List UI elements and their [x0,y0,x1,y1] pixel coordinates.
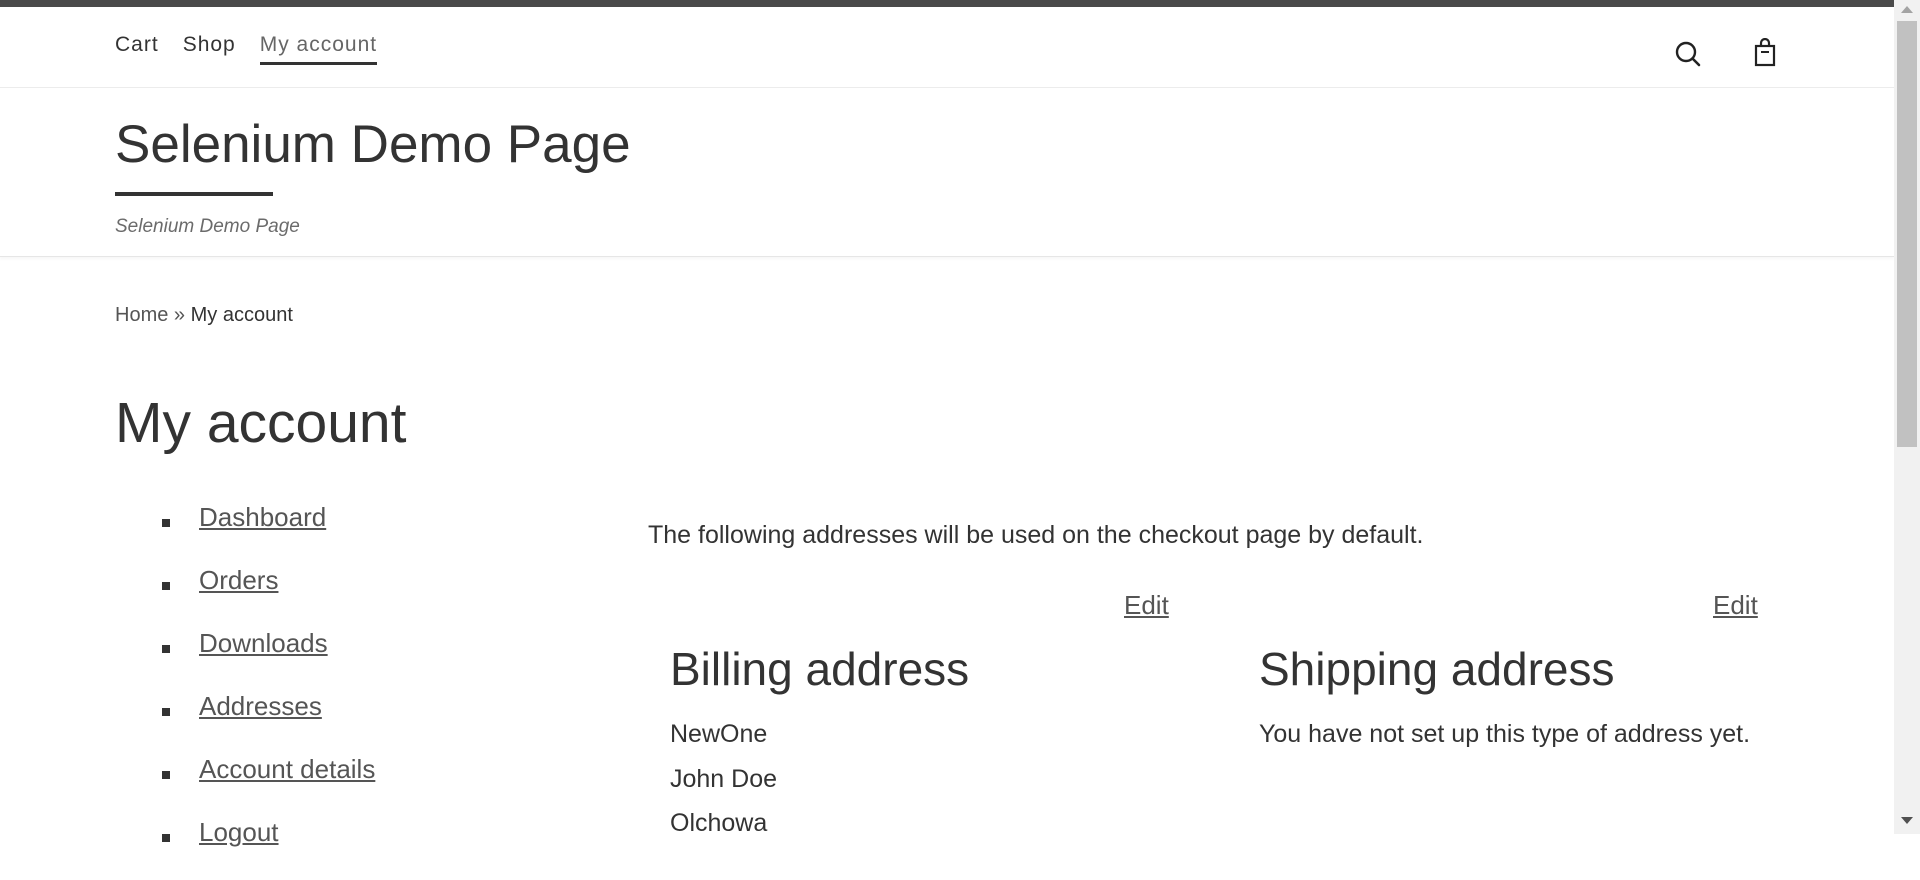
account-nav-item-downloads: Downloads [115,628,375,691]
breadcrumb-current: My account [190,304,293,326]
shipping-address-empty-message: You have not set up this type of address… [1259,720,1751,748]
breadcrumb: Home » My account [115,304,293,327]
account-nav-link-logout[interactable]: Logout [199,817,279,847]
site-title[interactable]: Selenium Demo Page [115,114,631,175]
edit-billing-address-link[interactable]: Edit [1124,590,1169,621]
scrollbar-thumb[interactable] [1897,21,1917,447]
account-nav-item-account-details: Account details [115,754,375,817]
account-nav-item-orders: Orders [115,565,375,628]
search-icon[interactable] [1674,40,1702,68]
scroll-up-arrow-icon[interactable] [1901,6,1913,13]
billing-address-line: NewOne [670,720,768,748]
addresses-intro: The following addresses will be used on … [648,521,1424,549]
title-underline [115,192,273,196]
breadcrumb-separator: » [173,304,186,326]
account-nav-item-dashboard: Dashboard [115,502,375,565]
account-nav-link-orders[interactable]: Orders [199,565,278,595]
account-nav-link-addresses[interactable]: Addresses [199,691,322,721]
nav-links: Cart Shop My account [115,33,401,65]
page-title: My account [115,391,407,455]
nav-link-shop[interactable]: Shop [183,33,236,65]
account-nav-item-addresses: Addresses [115,691,375,754]
edit-shipping-address-link[interactable]: Edit [1713,590,1758,621]
primary-navigation: Cart Shop My account [0,7,1894,88]
breadcrumb-home[interactable]: Home [115,304,168,326]
nav-link-my-account[interactable]: My account [259,33,378,65]
account-nav-item-logout: Logout [115,817,375,880]
shipping-address-title: Shipping address [1259,643,1615,695]
billing-address-title: Billing address [670,643,970,695]
site-tagline: Selenium Demo Page [115,216,300,237]
nav-link-cart[interactable]: Cart [115,33,159,65]
account-nav-link-account-details[interactable]: Account details [199,754,375,784]
account-navigation: Dashboard Orders Downloads Addresses Acc… [115,502,375,880]
top-accent-bar [0,0,1894,7]
shopping-bag-icon[interactable] [1752,38,1778,68]
account-nav-link-dashboard[interactable]: Dashboard [199,502,326,532]
billing-address-line: John Doe [670,765,778,793]
account-nav-link-downloads[interactable]: Downloads [199,628,328,658]
site-header: Selenium Demo Page Selenium Demo Page [0,88,1894,257]
scroll-down-arrow-icon[interactable] [1901,817,1913,824]
